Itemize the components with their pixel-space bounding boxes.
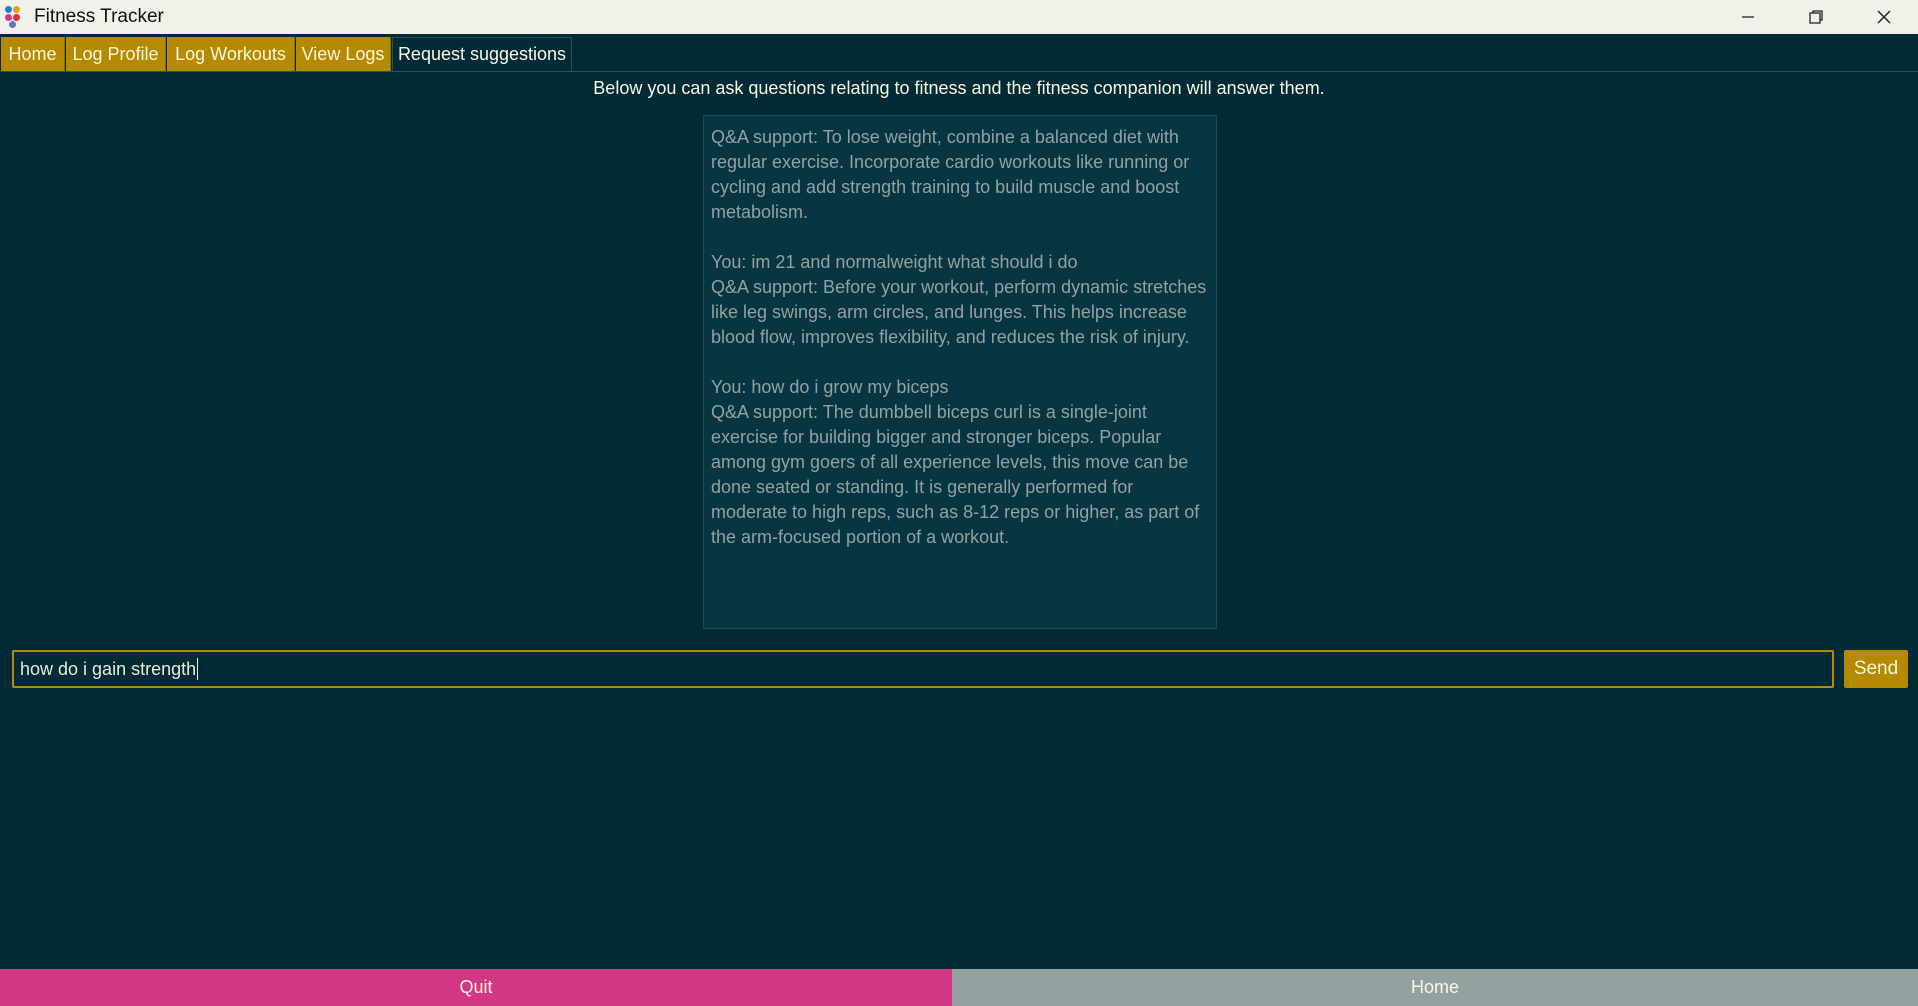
title-bar: Fitness Tracker bbox=[0, 0, 1918, 34]
tab-view-logs[interactable]: View Logs bbox=[296, 37, 391, 71]
text-caret bbox=[197, 658, 199, 680]
restore-button[interactable] bbox=[1782, 0, 1850, 34]
tab-log-workouts[interactable]: Log Workouts bbox=[167, 37, 295, 71]
app-icon bbox=[5, 6, 27, 28]
intro-text: Below you can ask questions relating to … bbox=[593, 78, 1325, 98]
tab-log-profile[interactable]: Log Profile bbox=[66, 37, 166, 71]
tab-home[interactable]: Home bbox=[1, 37, 65, 71]
restore-icon bbox=[1809, 10, 1823, 24]
question-input-value: how do i gain strength bbox=[20, 658, 197, 679]
window-title: Fitness Tracker bbox=[34, 6, 164, 27]
close-button[interactable] bbox=[1850, 0, 1918, 34]
chat-log[interactable]: Q&A support: To lose weight, combine a b… bbox=[703, 115, 1217, 629]
tab-request-suggestions[interactable]: Request suggestions bbox=[392, 37, 572, 71]
tab-bar: Home Log Profile Log Workouts View Logs … bbox=[0, 34, 1918, 72]
footer-bar: Quit Home bbox=[0, 969, 1918, 1006]
question-input[interactable]: how do i gain strength bbox=[12, 650, 1834, 688]
minimize-button[interactable] bbox=[1714, 0, 1782, 34]
quit-button[interactable]: Quit bbox=[0, 969, 952, 1006]
home-button[interactable]: Home bbox=[952, 969, 1918, 1006]
minimize-icon bbox=[1742, 16, 1754, 18]
close-icon bbox=[1877, 10, 1891, 24]
send-button[interactable]: Send bbox=[1844, 650, 1908, 688]
